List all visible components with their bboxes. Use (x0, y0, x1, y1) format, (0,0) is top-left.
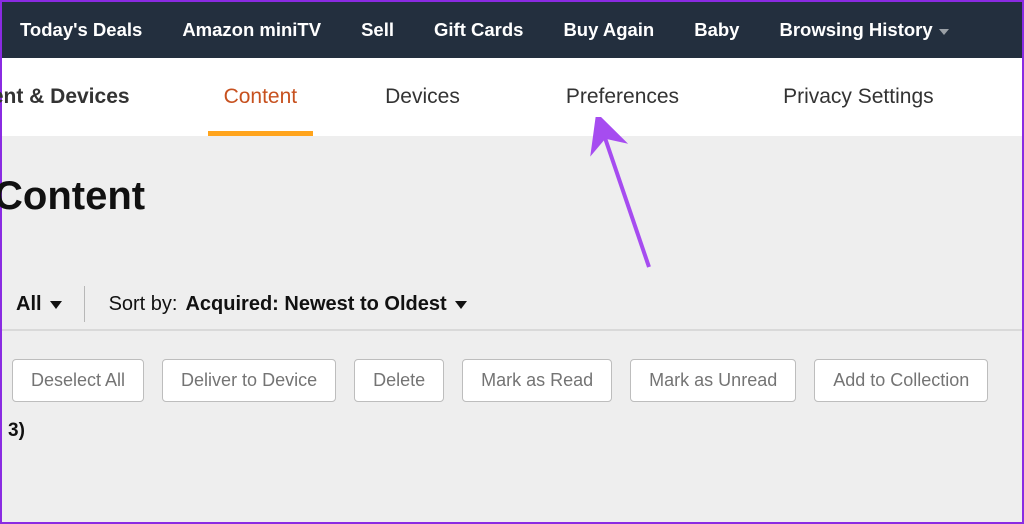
mark-as-unread-button[interactable]: Mark as Unread (630, 359, 796, 402)
nav-label: Gift Cards (434, 19, 523, 41)
tab-devices[interactable]: Devices (361, 58, 484, 136)
filter-all-dropdown[interactable]: All (16, 293, 80, 316)
sort-prefix: Sort by: (109, 293, 178, 316)
nav-browsing-history[interactable]: Browsing History (779, 19, 948, 41)
add-to-collection-button[interactable]: Add to Collection (814, 359, 988, 402)
delete-button[interactable]: Delete (354, 359, 444, 402)
deselect-all-button[interactable]: Deselect All (12, 359, 144, 402)
nav-label: Buy Again (563, 19, 654, 41)
nav-label: Today's Deals (20, 19, 142, 41)
nav-sell[interactable]: Sell (361, 19, 394, 41)
nav-amazon-minitv[interactable]: Amazon miniTV (182, 19, 321, 41)
tab-preferences[interactable]: Preferences (542, 58, 703, 136)
chevron-down-icon (50, 301, 62, 309)
item-count: 3) (2, 420, 1022, 442)
chevron-down-icon (455, 301, 467, 309)
nav-label: Browsing History (779, 19, 932, 41)
tab-label: Devices (385, 85, 460, 109)
tab-privacy-settings[interactable]: Privacy Settings (759, 58, 958, 136)
tab-label: Content (224, 85, 298, 109)
tab-content[interactable]: Content (200, 58, 322, 136)
tab-label: Privacy Settings (783, 85, 934, 109)
section-title: ntent & Devices (0, 85, 160, 109)
tab-label: Preferences (566, 85, 679, 109)
page-title: Content (0, 174, 1022, 219)
nav-buy-again[interactable]: Buy Again (563, 19, 654, 41)
main-area: Content All Sort by: Acquired: Newest to… (2, 136, 1022, 522)
separator (84, 286, 85, 322)
nav-todays-deals[interactable]: Today's Deals (20, 19, 142, 41)
chevron-down-icon (939, 29, 949, 35)
nav-gift-cards[interactable]: Gift Cards (434, 19, 523, 41)
top-nav: Today's Deals Amazon miniTV Sell Gift Ca… (2, 2, 1022, 58)
nav-label: Amazon miniTV (182, 19, 321, 41)
nav-baby[interactable]: Baby (694, 19, 739, 41)
filter-all-label: All (16, 293, 42, 316)
deliver-to-device-button[interactable]: Deliver to Device (162, 359, 336, 402)
nav-label: Baby (694, 19, 739, 41)
filter-bar: All Sort by: Acquired: Newest to Oldest (2, 279, 1022, 331)
sort-dropdown[interactable]: Sort by: Acquired: Newest to Oldest (109, 293, 467, 316)
subnav: ntent & Devices Content Devices Preferen… (2, 58, 1022, 136)
nav-label: Sell (361, 19, 394, 41)
mark-as-read-button[interactable]: Mark as Read (462, 359, 612, 402)
bulk-actions: Deselect All Deliver to Device Delete Ma… (2, 359, 1022, 402)
sort-value: Acquired: Newest to Oldest (185, 293, 446, 316)
